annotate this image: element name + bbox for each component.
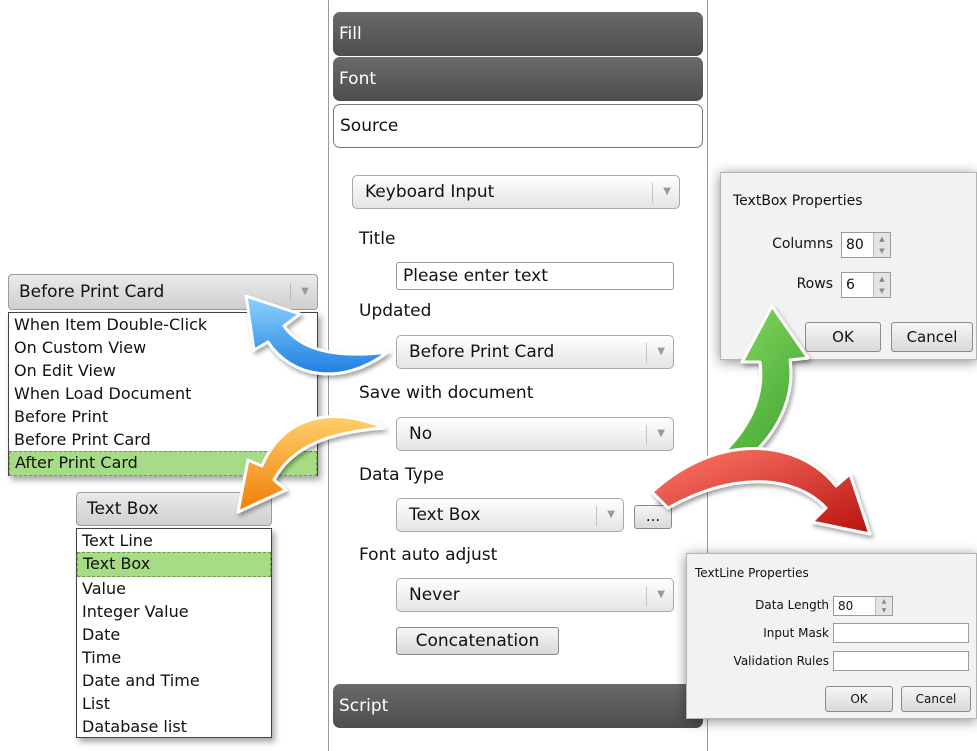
blue-curved-arrow-icon: [244, 294, 390, 376]
red-curved-arrow-icon: [650, 447, 872, 536]
orange-curved-arrow-icon: [236, 415, 386, 514]
arrows-overlay: [236, 294, 872, 536]
